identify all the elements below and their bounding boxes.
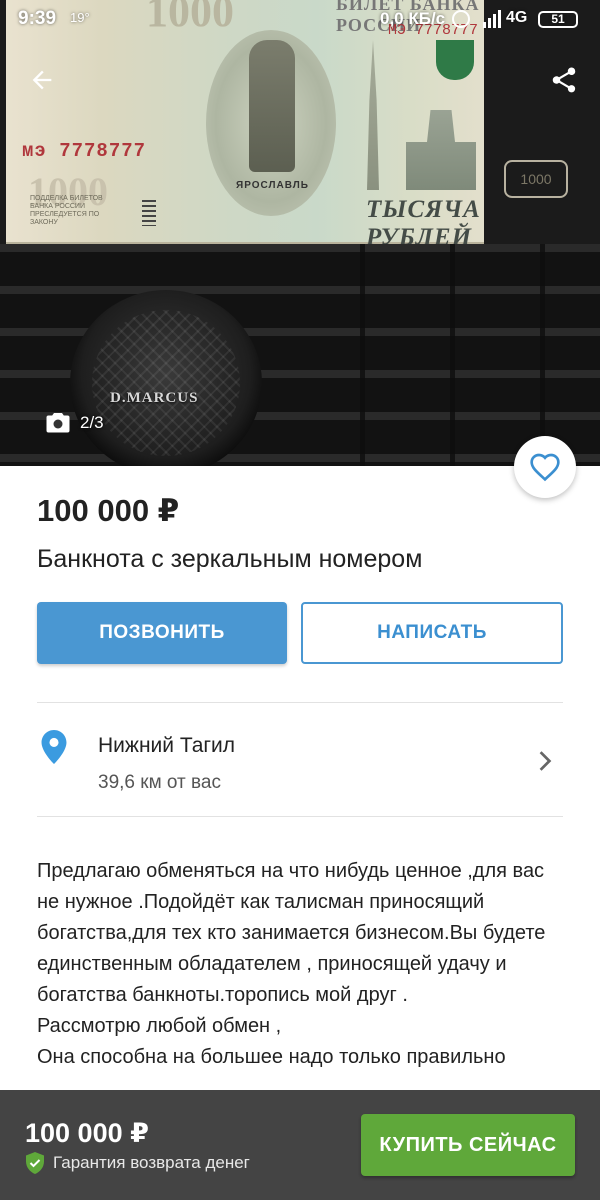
signal-icon: [483, 10, 501, 28]
location-city: Нижний Тагил: [98, 734, 236, 757]
money-back-guarantee: Гарантия возврата денег: [25, 1152, 250, 1174]
status-bar: 9:39 19° 0,0 КБ/с 4G 51: [0, 0, 600, 40]
divider: [37, 702, 563, 703]
banknote-small-text: ПОДДЕЛКА БИЛЕТОВ БАНКА РОССИИ ПРЕСЛЕДУЕТ…: [30, 195, 103, 226]
guarantee-text: Гарантия возврата денег: [53, 1153, 250, 1172]
camera-icon: [46, 413, 70, 433]
status-net-speed: 0,0 КБ/с: [380, 9, 446, 28]
banknote-emblem: [436, 40, 474, 80]
listing-title: Банкнота с зеркальным номером: [37, 545, 423, 573]
alarm-icon: [452, 10, 470, 28]
photo-counter: 2/3: [46, 412, 104, 434]
bottom-price: 100 000 ₽: [25, 1118, 149, 1148]
banknote-tower: [367, 40, 379, 190]
listing-photo[interactable]: 1000 БИЛЕТ БАНКА РОССИИ МЭ 7778777 мэ 77…: [0, 0, 600, 466]
status-time: 9:39: [18, 8, 57, 29]
chevron-right-icon: [539, 751, 552, 771]
write-message-button[interactable]: НАПИСАТЬ: [301, 602, 563, 664]
share-button[interactable]: [544, 60, 584, 100]
bottom-purchase-bar: 100 000 ₽ Гарантия возврата денег КУПИТЬ…: [0, 1090, 600, 1200]
location-pin-icon: [41, 730, 67, 764]
vent-knob-grid: [92, 310, 240, 456]
favorite-button[interactable]: [514, 436, 576, 498]
shield-check-icon: [26, 1152, 44, 1174]
description-paragraph: Предлагаю обменяться на что нибудь ценно…: [37, 860, 546, 1006]
photo-counter-text: 2/3: [80, 413, 104, 432]
divider: [37, 816, 563, 817]
buy-now-button[interactable]: КУПИТЬ СЕЙЧАС: [361, 1114, 575, 1176]
battery-icon: 51: [538, 11, 578, 28]
location-distance: 39,6 км от вас: [98, 772, 221, 793]
banknote-statue: [249, 40, 295, 172]
status-temperature: 19°: [70, 10, 90, 25]
status-network: 4G: [506, 9, 528, 26]
share-icon: [552, 67, 576, 93]
listing-price: 100 000 ₽: [37, 493, 180, 528]
knob-logo: D.MARCUS: [110, 390, 199, 406]
location-row[interactable]: Нижний Тагил 39,6 км от вас: [0, 704, 600, 816]
banknote-city: ЯРОСЛАВЛЬ: [236, 180, 309, 191]
description-paragraph: Она способна на большее надо только прав…: [37, 1046, 506, 1068]
banknote-bars: [142, 200, 156, 226]
heart-icon: [530, 453, 560, 482]
car-vent-slats: [360, 244, 600, 466]
listing-description: Предлагаю обменяться на что нибудь ценно…: [37, 856, 567, 1073]
banknote-value-box: 1000: [504, 160, 568, 198]
back-button[interactable]: [22, 60, 62, 100]
back-arrow-icon: [32, 70, 52, 90]
banknote-serial: мэ 7778777: [22, 140, 147, 162]
call-button[interactable]: ПОЗВОНИТЬ: [37, 602, 287, 664]
description-paragraph: Рассмотрю любой обмен ,: [37, 1015, 282, 1037]
banknote-church: [406, 110, 476, 190]
